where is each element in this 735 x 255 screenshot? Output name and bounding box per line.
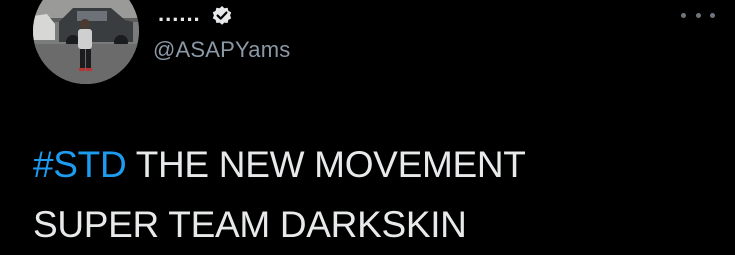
tweet-text-line-1: #STD THE NEW MOVEMENT <box>33 135 723 195</box>
more-options-icon[interactable] <box>681 8 715 22</box>
tweet-text-line-1-body: THE NEW MOVEMENT <box>135 144 526 185</box>
tweet-card: ...... @ASAPYams #STD THE NEW MOVEMENT S… <box>0 0 735 245</box>
avatar-photo <box>33 0 139 84</box>
more-dot <box>681 12 686 18</box>
avatar[interactable] <box>33 0 139 84</box>
verified-badge-icon <box>211 5 233 27</box>
more-dot <box>710 12 715 18</box>
hashtag-link[interactable]: #STD <box>33 144 127 185</box>
author-name-row: ...... <box>158 2 233 30</box>
tweet-text: #STD THE NEW MOVEMENT SUPER TEAM DARKSKI… <box>33 135 723 255</box>
more-dot <box>695 12 701 18</box>
user-handle[interactable]: @ASAPYams <box>153 37 290 63</box>
display-name[interactable]: ...... <box>158 3 201 25</box>
tweet-text-line-2: SUPER TEAM DARKSKIN <box>33 204 467 245</box>
